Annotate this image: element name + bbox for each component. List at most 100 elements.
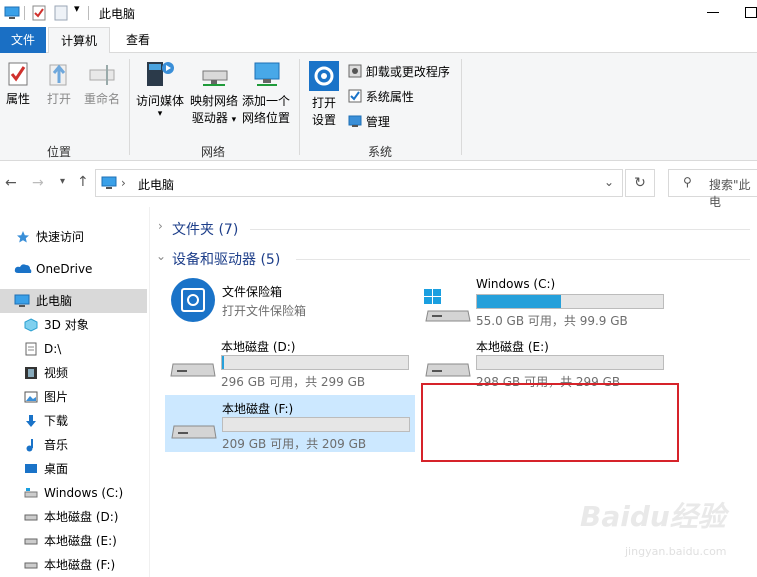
forward-arrow-icon[interactable]: → bbox=[32, 175, 44, 191]
drive-space-info: 55.0 GB 可用，共 99.9 GB bbox=[476, 314, 628, 328]
computer-icon bbox=[101, 176, 117, 189]
uninstall-label: 卸载或更改程序 bbox=[365, 65, 450, 79]
vault-subtitle: 打开文件保险箱 bbox=[222, 304, 307, 318]
system-properties-button[interactable]: 系统属性 bbox=[348, 86, 414, 108]
group-separator bbox=[461, 59, 462, 155]
drive-tile-c[interactable]: Windows (C:) 55.0 GB 可用，共 99.9 GB bbox=[420, 275, 670, 328]
vault-tile[interactable]: 文件保险箱 打开文件保险箱 bbox=[165, 275, 415, 327]
drive-usage-bar bbox=[476, 355, 664, 370]
drive-tile-f[interactable]: 本地磁盘 (F:) 209 GB 可用，共 209 GB bbox=[165, 395, 415, 452]
document-icon bbox=[25, 342, 37, 356]
minimize-icon[interactable] bbox=[707, 12, 719, 13]
address-dropdown-icon[interactable]: ⌄ bbox=[604, 175, 614, 189]
toolbar-separator bbox=[24, 6, 25, 20]
dropdown-arrow-icon: ▾ bbox=[157, 109, 163, 119]
map-network-drive-button[interactable]: 映射网络 驱动器 ▾ bbox=[188, 59, 240, 129]
nav-item-drive-f[interactable]: 本地磁盘 (F:) bbox=[0, 553, 147, 577]
maximize-icon[interactable] bbox=[745, 7, 757, 18]
properties-check-icon[interactable] bbox=[32, 5, 46, 21]
folders-expand-icon[interactable]: › bbox=[158, 219, 163, 233]
drive-icon bbox=[171, 425, 217, 439]
nav-item-desktop[interactable]: 桌面 bbox=[0, 457, 147, 481]
open-settings-button[interactable]: 打开 设置 bbox=[304, 61, 344, 129]
quick-access-dropdown-icon[interactable]: ▾ bbox=[74, 2, 80, 15]
nav-label: 图片 bbox=[44, 390, 69, 404]
drive-icon bbox=[24, 488, 38, 498]
nav-item-downloads[interactable]: 下载 bbox=[0, 409, 147, 433]
nav-item-3d-objects[interactable]: 3D 对象 bbox=[0, 313, 147, 337]
nav-label: 本地磁盘 (D:) bbox=[44, 510, 119, 524]
rename-button[interactable]: 重命名 bbox=[82, 61, 122, 108]
back-arrow-icon[interactable]: ← bbox=[5, 175, 17, 191]
nav-item-onedrive[interactable]: OneDrive bbox=[0, 257, 147, 281]
nav-label: OneDrive bbox=[36, 262, 93, 276]
uninstall-icon bbox=[348, 64, 362, 78]
toolbar-separator bbox=[88, 6, 89, 20]
system-properties-icon bbox=[348, 89, 362, 103]
drive-tile-e[interactable]: 本地磁盘 (E:) 298 GB 可用，共 299 GB bbox=[420, 336, 670, 389]
nav-item-drive-d[interactable]: 本地磁盘 (D:) bbox=[0, 505, 147, 529]
nav-label: 3D 对象 bbox=[44, 318, 89, 332]
map-drive-label-2: 驱动器 ▾ bbox=[191, 111, 237, 125]
folders-section-header[interactable]: 文件夹 (7) bbox=[172, 219, 238, 239]
vault-name: 文件保险箱 bbox=[222, 285, 283, 299]
new-folder-icon[interactable] bbox=[54, 5, 68, 21]
windows-drive-icon bbox=[424, 289, 471, 322]
access-media-button[interactable]: 访问媒体 ▾ bbox=[134, 59, 186, 119]
video-icon bbox=[25, 367, 37, 379]
search-box[interactable]: ⚲ 搜索"此电 bbox=[668, 169, 757, 209]
drive-usage-fill bbox=[222, 356, 224, 369]
drive-usage-bar bbox=[222, 417, 410, 432]
uninstall-program-button[interactable]: 卸载或更改程序 bbox=[348, 61, 450, 83]
add-network-location-button[interactable]: 添加一个 网络位置 bbox=[240, 59, 292, 127]
vault-icon bbox=[171, 278, 215, 322]
window-title: 此电脑 bbox=[99, 7, 136, 21]
section-divider bbox=[296, 259, 750, 260]
properties-icon bbox=[8, 62, 28, 86]
nav-item-pictures[interactable]: 图片 bbox=[0, 385, 147, 409]
devices-section-header[interactable]: 设备和驱动器 (5) bbox=[172, 249, 280, 269]
navigation-pane: 快速访问 OneDrive 此电脑 3D 对象 D:\ 视频 图片 下载 音乐 … bbox=[0, 207, 150, 577]
drive-name: 本地磁盘 (E:) bbox=[476, 340, 549, 354]
open-settings-label-1: 打开 bbox=[311, 96, 336, 110]
open-button[interactable]: 打开 bbox=[42, 61, 76, 108]
add-location-label-2: 网络位置 bbox=[241, 111, 290, 125]
breadcrumb-path[interactable]: 此电脑 bbox=[138, 176, 174, 193]
drive-icon bbox=[24, 514, 38, 521]
search-placeholder: 搜索"此电 bbox=[709, 178, 751, 209]
breadcrumb-chevron-icon[interactable]: › bbox=[121, 176, 126, 190]
nav-item-d-folder[interactable]: D:\ bbox=[0, 337, 147, 361]
manage-button[interactable]: 管理 bbox=[348, 111, 390, 133]
nav-label: 快速访问 bbox=[36, 230, 85, 244]
tab-computer[interactable]: 计算机 bbox=[48, 27, 110, 54]
group-separator bbox=[299, 59, 300, 155]
nav-item-drive-e[interactable]: 本地磁盘 (E:) bbox=[0, 529, 147, 553]
properties-button[interactable]: 属性 bbox=[2, 61, 34, 108]
watermark-url: jingyan.baidu.com bbox=[625, 545, 727, 558]
gear-icon bbox=[309, 61, 339, 91]
group-label-location: 位置 bbox=[47, 145, 72, 159]
recent-locations-icon[interactable]: ▾ bbox=[60, 176, 65, 187]
nav-item-music[interactable]: 音乐 bbox=[0, 433, 147, 457]
nav-label: 桌面 bbox=[44, 462, 69, 476]
desktop-icon bbox=[25, 464, 37, 473]
group-label-network: 网络 bbox=[201, 145, 226, 159]
address-bar[interactable]: › 此电脑 ⌄ bbox=[95, 169, 623, 197]
nav-item-this-pc[interactable]: 此电脑 bbox=[0, 289, 147, 313]
ribbon-tabs: 文件 计算机 查看 bbox=[0, 27, 757, 54]
nav-item-drive-c[interactable]: Windows (C:) bbox=[0, 481, 147, 505]
drive-name: 本地磁盘 (D:) bbox=[221, 340, 296, 354]
highlight-annotation-box bbox=[421, 383, 679, 462]
up-arrow-icon[interactable]: ↑ bbox=[77, 174, 89, 190]
devices-collapse-icon[interactable]: ⌄ bbox=[156, 249, 166, 263]
drive-name: Windows (C:) bbox=[476, 277, 556, 291]
nav-item-videos[interactable]: 视频 bbox=[0, 361, 147, 385]
open-settings-label-2: 设置 bbox=[311, 113, 336, 127]
refresh-button[interactable]: ↻ bbox=[625, 169, 655, 197]
nav-item-quick-access[interactable]: 快速访问 bbox=[0, 225, 147, 249]
drive-icon bbox=[170, 363, 216, 377]
rename-label: 重命名 bbox=[83, 92, 120, 106]
tab-file[interactable]: 文件 bbox=[0, 27, 46, 53]
drive-tile-d[interactable]: 本地磁盘 (D:) 296 GB 可用，共 299 GB bbox=[165, 336, 415, 389]
tab-view[interactable]: 查看 bbox=[112, 27, 164, 53]
